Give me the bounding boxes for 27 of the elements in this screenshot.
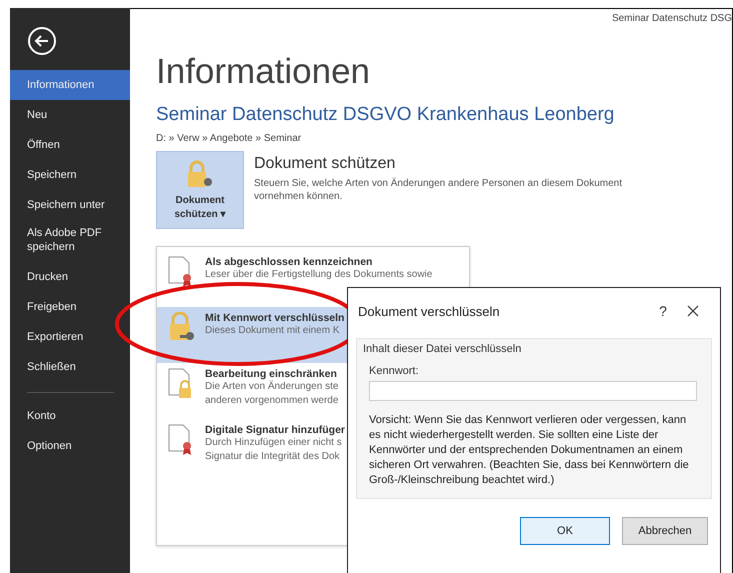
document-title: Seminar Datenschutz DSGVO Krankenhaus Leonberg: [156, 104, 616, 126]
sidebar-item[interactable]: Speichern unter: [10, 190, 130, 220]
warning-text: Vorsicht: Wenn Sie das Kennwort verlieren oder vergessen, kann es nicht wiederhergestellt werden. Sie sollten eine Liste der Kennwörter und der entsprechenden Dokumentnamen an einem sicheren Ort verwahren. (Beachten Sie, dass bei Kennwörtern die Groß-/Kleinschreibung beachtet wird.): [369, 413, 690, 488]
document-path: D: » Verw » Angebote » Seminar: [156, 133, 302, 144]
password-field[interactable]: [369, 381, 697, 401]
sidebar-item[interactable]: Neu: [10, 100, 130, 130]
sidebar-item[interactable]: Freigeben: [10, 292, 130, 322]
sidebar-item[interactable]: Informationen: [10, 70, 130, 100]
sidebar-item[interactable]: Optionen: [10, 431, 130, 461]
sidebar-item[interactable]: Exportieren: [10, 322, 130, 352]
back-icon[interactable]: [27, 26, 57, 56]
sidebar-item[interactable]: Speichern: [10, 160, 130, 190]
dialog-button[interactable]: OK: [520, 517, 610, 545]
sidebar-item[interactable]: Konto: [10, 401, 130, 431]
dialog-button[interactable]: Abbrechen: [622, 517, 708, 545]
sidebar-item[interactable]: Öffnen: [10, 130, 130, 160]
window-title: Seminar Datenschutz DSG: [612, 13, 732, 24]
section-title: Dokument schützen: [254, 155, 396, 173]
protect-document-button[interactable]: Dokument schützen ▾: [156, 151, 244, 229]
sidebar-item[interactable]: Als Adobe PDF speichern: [10, 220, 130, 262]
sidebar-item[interactable]: Schließen: [10, 352, 130, 382]
sidebar-item[interactable]: Drucken: [10, 262, 130, 292]
help-button[interactable]: ?: [648, 303, 678, 319]
section-description: Steuern Sie, welche Arten von Änderungen andere Personen an diesem Dokument vornehmen können.: [254, 177, 624, 203]
page-heading: Informationen: [156, 52, 372, 92]
field-label: Kennwort:: [369, 365, 420, 377]
close-icon: [687, 305, 699, 317]
